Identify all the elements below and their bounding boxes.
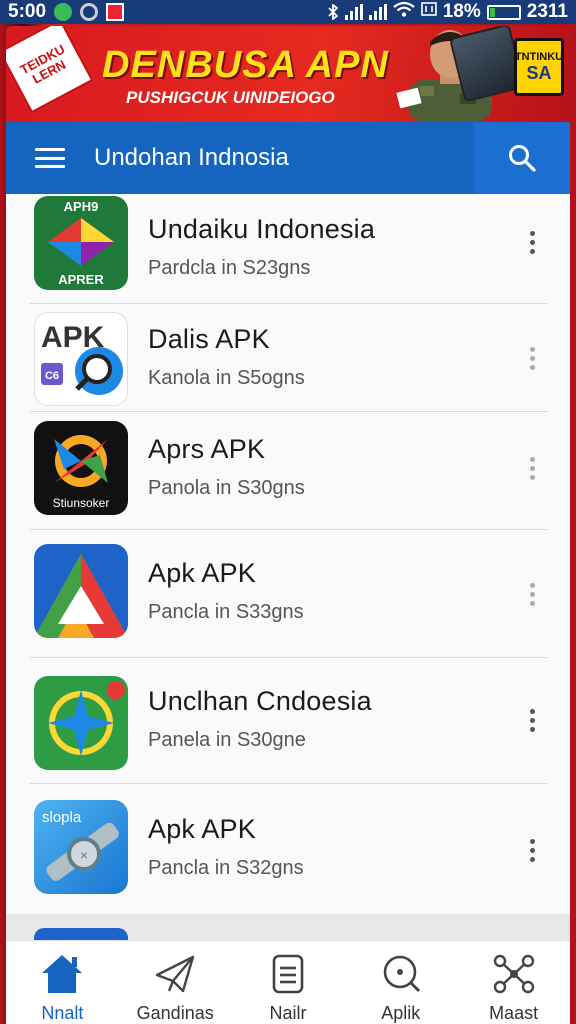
app-name: Unclhan Cndoesia — [148, 686, 372, 716]
search-button[interactable] — [474, 122, 570, 194]
more-options-button[interactable] — [520, 700, 544, 740]
banner-title: DENBUSA APN — [102, 44, 389, 86]
hamburger-icon — [35, 148, 65, 168]
wifi-icon — [393, 1, 415, 23]
search-circle-icon — [383, 955, 420, 993]
list-item[interactable]: slopla × Apk APK Pancla in S32gns — [6, 784, 570, 914]
app-name: Undaiku Indonesia — [148, 214, 376, 244]
document-icon — [272, 954, 304, 994]
promo-banner[interactable]: TEIDKU LERN DENBUSA APN PUSHIGCUK UINIDE… — [6, 26, 570, 122]
app-subtitle: Panela in S30gne — [148, 729, 306, 751]
bottom-nav: Nnalt Gandinas Nailr Aplik Maast — [6, 940, 570, 1024]
app-bar-title: Undohan Indnosia — [94, 144, 289, 171]
badge-top-text: TNTINKU — [514, 50, 564, 63]
nav-label: Aplik — [381, 1003, 421, 1023]
more-options-button[interactable] — [520, 574, 544, 614]
list-item[interactable]: Stiunsoker Aprs APK Panola in S30gns — [6, 412, 570, 530]
more-options-button[interactable] — [520, 338, 544, 378]
clock-icon — [80, 3, 99, 21]
app-subtitle: Pancla in S33gns — [148, 601, 304, 623]
badge-main-text: SA — [526, 62, 552, 83]
search-icon — [509, 145, 536, 172]
app-subtitle: Pancla in S32gns — [148, 857, 304, 879]
more-options-button[interactable] — [520, 222, 544, 262]
svg-text:×: × — [80, 847, 88, 863]
app-bar: Undohan Indnosia — [6, 122, 570, 194]
compass-burst-icon: Stiunsoker — [34, 421, 128, 515]
compass-star-icon — [34, 676, 128, 770]
menu-button[interactable] — [6, 122, 94, 194]
icon-text-bottom: C6 — [45, 370, 59, 382]
app-notification-icon — [54, 3, 73, 21]
nav-label: Nnalt — [41, 1003, 84, 1023]
app-name: Apk APK — [148, 558, 256, 588]
nav-gandinas[interactable]: Gandinas — [119, 941, 232, 1024]
nav-home[interactable]: Nnalt — [6, 941, 119, 1024]
triangle-drive-icon — [34, 544, 128, 638]
app-list: APH9 APRER Undaiku Indonesia Pardcla in … — [6, 194, 570, 940]
share-nodes-icon — [493, 954, 534, 994]
list-item[interactable]: APH9 APRER Undaiku Indonesia Pardcla in … — [6, 194, 570, 304]
status-bar: 5:00 18% 2311 — [0, 0, 576, 24]
flag-notification-icon — [106, 3, 125, 21]
apk-magnifier-icon: APK C6 — [34, 312, 128, 406]
more-options-button[interactable] — [520, 448, 544, 488]
battery-icon — [486, 4, 521, 20]
signal-2-icon — [368, 4, 387, 20]
list-item[interactable]: APK C6 Dalis APK Kanola in S5ogns — [6, 304, 570, 412]
status-time: 5:00 — [8, 1, 47, 22]
nav-label: Gandinas — [136, 1003, 214, 1023]
icon-text-bottom: Stiunsoker — [53, 496, 110, 510]
app-subtitle: Pardcla in S23gns — [148, 257, 311, 279]
apk-prism-icon: APH9 APRER — [34, 196, 128, 290]
nav-label: Maast — [489, 1003, 539, 1023]
app-name: Dalis APK — [148, 324, 270, 354]
list-item[interactable]: Apk APK Pancla in S33gns — [6, 530, 570, 658]
paper-plane-icon — [155, 955, 195, 993]
more-options-button[interactable] — [520, 830, 544, 870]
nav-nailr[interactable]: Nailr — [232, 941, 345, 1024]
battery-percent: 18% — [442, 1, 481, 22]
partial-app-icon — [34, 928, 128, 940]
nav-label: Nailr — [269, 1003, 307, 1023]
nav-maast[interactable]: Maast — [457, 941, 570, 1024]
bluetooth-icon — [327, 4, 339, 20]
icon-text-top: APH9 — [64, 199, 99, 214]
data-arrows-icon — [420, 1, 437, 23]
home-icon — [42, 955, 83, 993]
icon-text-top: slopla — [42, 809, 82, 826]
banner-subtitle: PUSHIGCUK UINIDEIOGO — [126, 88, 335, 107]
list-item[interactable]: Unclhan Cndoesia Panela in S30gne — [6, 658, 570, 784]
app-name: Apk APK — [148, 814, 256, 844]
banner-sticker: TEIDKU LERN — [6, 26, 95, 115]
wrench-magnifier-icon: slopla × — [34, 800, 128, 894]
list-item-partial — [6, 914, 570, 940]
status-clock-right: 2311 — [526, 1, 568, 22]
nav-aplik[interactable]: Aplik — [344, 941, 457, 1024]
banner-badge: TNTINKU SA — [514, 38, 564, 96]
signal-icon — [344, 4, 363, 20]
icon-text-bottom: APRER — [58, 272, 104, 287]
app-subtitle: Panola in S30gns — [148, 477, 305, 499]
app-name: Aprs APK — [148, 434, 266, 464]
app-subtitle: Kanola in S5ogns — [148, 367, 305, 389]
